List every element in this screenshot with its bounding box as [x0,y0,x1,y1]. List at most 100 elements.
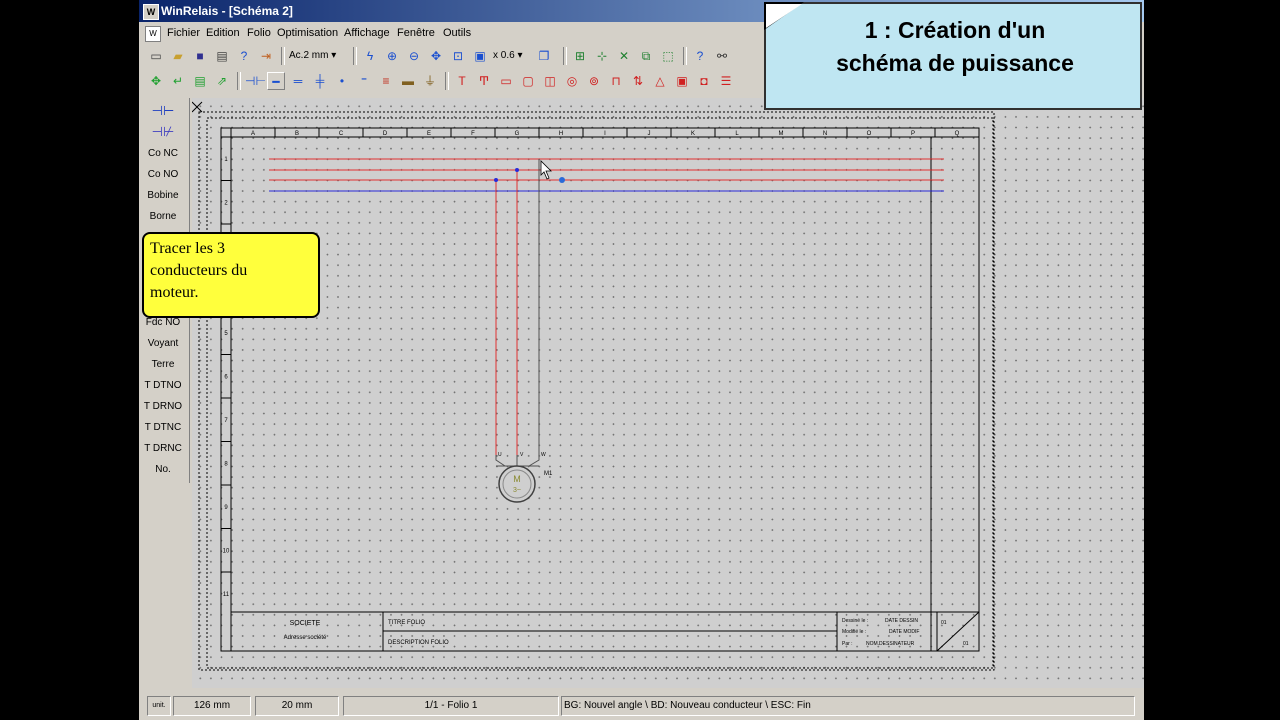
motor-lead-w [528,455,540,467]
move-icon[interactable]: ⊹ [593,47,611,65]
triangle-icon[interactable]: △ [651,72,669,90]
fuse-icon[interactable]: ▭ [497,72,515,90]
select-icon[interactable]: ⬚ [659,47,677,65]
menu-fichier[interactable]: Fichier [167,23,200,43]
junction-dot [515,168,519,172]
move-arrows-icon[interactable]: ✥ [147,72,165,90]
row-labels: 1234567891011 [223,157,230,598]
drawn-label: Dessiné le : [842,618,868,624]
exit-icon[interactable]: ⇥ [257,47,275,65]
menu-fenetre[interactable]: Fenêtre [397,23,435,43]
status-unit: unit. [147,696,171,716]
tutorial-callout: 1 : Création d'un schéma de puissance [764,2,1142,110]
window-title: WinRelais - [Schéma 2] [161,4,293,18]
lamp-icon[interactable]: ◎ [563,72,581,90]
palette-t-dtno[interactable]: T DTNO [139,376,187,396]
text-icon[interactable]: ≡ [377,72,395,90]
tt-symbol-icon[interactable]: Ͳ [475,72,493,90]
motor-label: M [513,474,521,484]
list-icon[interactable]: ☰ [717,72,735,90]
line-width-select[interactable]: Ac.2 mm ▾ [289,47,347,65]
binoculars-icon[interactable]: ⚯ [713,47,731,65]
bus-icon[interactable]: ▬ [399,72,417,90]
page-icon[interactable]: ▤ [191,72,209,90]
terminal-u: U [498,452,502,458]
menu-outils[interactable]: Outils [443,23,471,43]
contact-icon[interactable]: ⊣⊢ [245,72,266,90]
relay-icon[interactable]: ◫ [541,72,559,90]
drawing-canvas[interactable]: ABCDEFGHIJKLMNOPQ 1234567891011 [192,98,1144,688]
zoom-window-icon[interactable]: ⊡ [449,47,467,65]
palette-t-drno[interactable]: T DRNO [139,397,187,417]
menu-optimisation[interactable]: Optimisation [277,23,338,43]
open-folder-icon[interactable]: ▰ [169,47,187,65]
callout-line-1: 1 : Création d'un [864,17,1046,43]
palette-bobine[interactable]: Bobine [139,186,187,206]
delete-icon[interactable]: ✕ [615,47,633,65]
drawing-area-frame [230,136,932,652]
double-line-icon[interactable]: ═ [289,72,307,90]
zoom-fit-icon[interactable]: ▣ [471,47,489,65]
palette-no[interactable]: No. [139,460,187,480]
new-file-icon[interactable]: ▭ [147,47,165,65]
toolbar-separator [281,47,285,65]
print-icon[interactable]: ▤ [213,47,231,65]
window-icon[interactable]: ❐ [535,47,553,65]
menu-folio[interactable]: Folio [247,23,271,43]
context-help-icon[interactable]: ? [691,47,709,65]
column-label: D [383,131,388,137]
row-label: 8 [224,461,228,467]
column-label: I [604,131,606,137]
frame-icon[interactable]: ▣ [673,72,691,90]
box-icon[interactable]: ◘ [695,72,713,90]
menu-affichage[interactable]: Affichage [344,23,390,43]
column-label: P [911,131,915,137]
switch-icon[interactable]: ⇅ [629,72,647,90]
column-label: F [471,131,475,137]
palette-terre[interactable]: Terre [139,355,187,375]
coil-icon[interactable]: ⊚ [585,72,603,90]
palette-contact-icon[interactable]: ⊣⊢ [139,101,187,121]
zoom-out-icon[interactable]: ⊖ [405,47,423,65]
zoom-in-icon[interactable]: ⊕ [383,47,401,65]
junction-icon[interactable]: ╪ [311,72,329,90]
grid-icon[interactable]: ⊞ [571,47,589,65]
row-label: 5 [224,331,228,337]
row-label: 6 [224,374,228,380]
cursor-snap-dot [559,177,565,183]
palette-t-drnc[interactable]: T DRNC [139,439,187,459]
column-label: K [691,131,695,137]
dot-icon[interactable]: • [333,72,351,90]
ground-bus-icon[interactable]: ⏚ [421,72,439,90]
status-folio: 1/1 - Folio 1 [343,696,559,716]
return-icon[interactable]: ↵ [169,72,187,90]
number-icon[interactable]: ⁼ [355,72,373,90]
palette-contact-nc-icon[interactable]: ⊣⊬ [139,122,187,142]
zoom-select[interactable]: x 0.6 ▾ [493,47,529,65]
junction-dot [494,178,498,182]
lightning-icon[interactable]: ϟ [361,47,379,65]
copy-icon[interactable]: ⧉ [637,47,655,65]
company-address: Adresse société [284,635,327,641]
palette-borne[interactable]: Borne [139,207,187,227]
lock-icon[interactable]: ⊓ [607,72,625,90]
conductor-line-icon[interactable]: ━ [267,72,285,90]
schematic-sheet[interactable]: ABCDEFGHIJKLMNOPQ 1234567891011 [192,98,1144,688]
sheet-outer-dotted-border [198,111,995,671]
resistor-icon[interactable]: ▢ [519,72,537,90]
palette-t-dtnc[interactable]: T DTNC [139,418,187,438]
help-icon[interactable]: ? [235,47,253,65]
modified-label: Modifié le : [842,629,866,635]
column-label: Q [955,131,960,137]
export-icon[interactable]: ⇗ [213,72,231,90]
menu-edition[interactable]: Edition [206,23,240,43]
pan-icon[interactable]: ✥ [427,47,445,65]
palette-voyant[interactable]: Voyant [139,334,187,354]
motor-symbol: M 3~ M1 U V W [495,452,553,503]
tip-line-1: Tracer les 3 [150,240,225,257]
palette-co-no[interactable]: Co NO [139,165,187,185]
save-icon[interactable]: ■ [191,47,209,65]
document-icon[interactable]: W [145,26,161,42]
palette-co-nc[interactable]: Co NC [139,144,187,164]
t-symbol-icon[interactable]: T [453,72,471,90]
